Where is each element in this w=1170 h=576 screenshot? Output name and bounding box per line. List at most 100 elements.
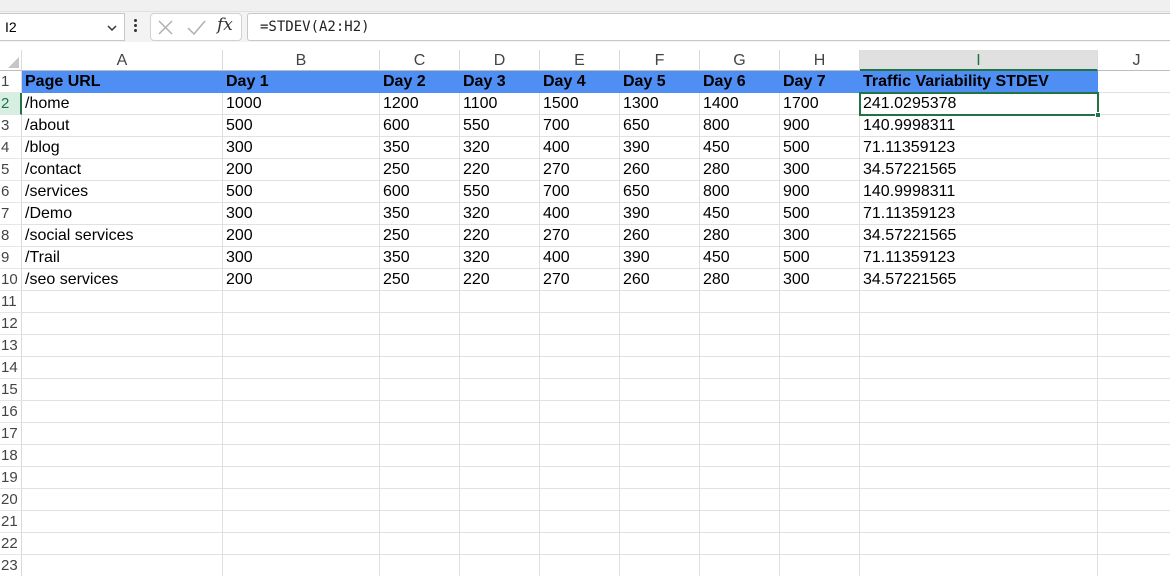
cell-f4[interactable]: 390 (620, 137, 700, 159)
cell-b12[interactable] (223, 313, 380, 335)
cell-f13[interactable] (620, 335, 700, 357)
cell-a5[interactable]: /contact (22, 159, 223, 181)
row-header-23[interactable]: 23 (0, 555, 22, 576)
cell-h2[interactable]: 1700 (780, 93, 860, 115)
cell-e2[interactable]: 1500 (540, 93, 620, 115)
cell-f16[interactable] (620, 401, 700, 423)
cell-b6[interactable]: 500 (223, 181, 380, 203)
cell-a7[interactable]: /Demo (22, 203, 223, 225)
cell-g18[interactable] (700, 445, 780, 467)
cell-g5[interactable]: 280 (700, 159, 780, 181)
cell-i11[interactable] (860, 291, 1098, 313)
cell-i9[interactable]: 71.11359123 (860, 247, 1098, 269)
cell-c11[interactable] (380, 291, 460, 313)
cell-b4[interactable]: 300 (223, 137, 380, 159)
cell-i3[interactable]: 140.9998311 (860, 115, 1098, 137)
cell-f22[interactable] (620, 533, 700, 555)
cell-f14[interactable] (620, 357, 700, 379)
row-header-10[interactable]: 10 (0, 269, 22, 291)
cell-e4[interactable]: 400 (540, 137, 620, 159)
cell-e8[interactable]: 270 (540, 225, 620, 247)
column-header-f[interactable]: F (620, 50, 700, 71)
cell-a6[interactable]: /services (22, 181, 223, 203)
cell-b16[interactable] (223, 401, 380, 423)
cell-e16[interactable] (540, 401, 620, 423)
cell-j9[interactable] (1098, 247, 1170, 269)
fill-handle[interactable] (1095, 112, 1101, 118)
cell-f9[interactable]: 390 (620, 247, 700, 269)
cell-h21[interactable] (780, 511, 860, 533)
cell-b17[interactable] (223, 423, 380, 445)
cell-j3[interactable] (1098, 115, 1170, 137)
cell-c6[interactable]: 600 (380, 181, 460, 203)
cell-f15[interactable] (620, 379, 700, 401)
cell-j4[interactable] (1098, 137, 1170, 159)
cell-e6[interactable]: 700 (540, 181, 620, 203)
select-all-button[interactable] (0, 50, 22, 71)
cell-i22[interactable] (860, 533, 1098, 555)
cell-a12[interactable] (22, 313, 223, 335)
cell-b7[interactable]: 300 (223, 203, 380, 225)
cell-j12[interactable] (1098, 313, 1170, 335)
cell-h13[interactable] (780, 335, 860, 357)
cell-e11[interactable] (540, 291, 620, 313)
row-header-20[interactable]: 20 (0, 489, 22, 511)
cell-d1[interactable]: Day 3 (460, 71, 540, 93)
cell-f1[interactable]: Day 5 (620, 71, 700, 93)
cell-j20[interactable] (1098, 489, 1170, 511)
cell-d22[interactable] (460, 533, 540, 555)
cell-b19[interactable] (223, 467, 380, 489)
cell-d4[interactable]: 320 (460, 137, 540, 159)
cell-c2[interactable]: 1200 (380, 93, 460, 115)
cell-a18[interactable] (22, 445, 223, 467)
cell-i21[interactable] (860, 511, 1098, 533)
cell-b3[interactable]: 500 (223, 115, 380, 137)
cell-a20[interactable] (22, 489, 223, 511)
cell-g12[interactable] (700, 313, 780, 335)
row-header-16[interactable]: 16 (0, 401, 22, 423)
cell-h15[interactable] (780, 379, 860, 401)
cell-f12[interactable] (620, 313, 700, 335)
cell-j10[interactable] (1098, 269, 1170, 291)
cell-f18[interactable] (620, 445, 700, 467)
cell-h8[interactable]: 300 (780, 225, 860, 247)
cell-c18[interactable] (380, 445, 460, 467)
column-header-e[interactable]: E (540, 50, 620, 71)
cell-h12[interactable] (780, 313, 860, 335)
cell-b2[interactable]: 1000 (223, 93, 380, 115)
cell-j6[interactable] (1098, 181, 1170, 203)
cell-e23[interactable] (540, 555, 620, 576)
row-header-4[interactable]: 4 (0, 137, 22, 159)
cell-a4[interactable]: /blog (22, 137, 223, 159)
cell-h7[interactable]: 500 (780, 203, 860, 225)
cell-j16[interactable] (1098, 401, 1170, 423)
cell-a16[interactable] (22, 401, 223, 423)
cell-h5[interactable]: 300 (780, 159, 860, 181)
cell-b21[interactable] (223, 511, 380, 533)
cell-i7[interactable]: 71.11359123 (860, 203, 1098, 225)
row-header-11[interactable]: 11 (0, 291, 22, 313)
cell-g1[interactable]: Day 6 (700, 71, 780, 93)
cell-d3[interactable]: 550 (460, 115, 540, 137)
cell-h18[interactable] (780, 445, 860, 467)
cell-j11[interactable] (1098, 291, 1170, 313)
column-header-g[interactable]: G (700, 50, 780, 71)
cell-j13[interactable] (1098, 335, 1170, 357)
cell-d7[interactable]: 320 (460, 203, 540, 225)
cell-g2[interactable]: 1400 (700, 93, 780, 115)
cell-g15[interactable] (700, 379, 780, 401)
cell-i16[interactable] (860, 401, 1098, 423)
row-header-22[interactable]: 22 (0, 533, 22, 555)
cell-c22[interactable] (380, 533, 460, 555)
cell-c17[interactable] (380, 423, 460, 445)
cell-d15[interactable] (460, 379, 540, 401)
cell-c7[interactable]: 350 (380, 203, 460, 225)
cell-f8[interactable]: 260 (620, 225, 700, 247)
cell-d2[interactable]: 1100 (460, 93, 540, 115)
row-header-7[interactable]: 7 (0, 203, 22, 225)
cell-e17[interactable] (540, 423, 620, 445)
row-header-15[interactable]: 15 (0, 379, 22, 401)
cell-h6[interactable]: 900 (780, 181, 860, 203)
cell-d10[interactable]: 220 (460, 269, 540, 291)
row-header-9[interactable]: 9 (0, 247, 22, 269)
